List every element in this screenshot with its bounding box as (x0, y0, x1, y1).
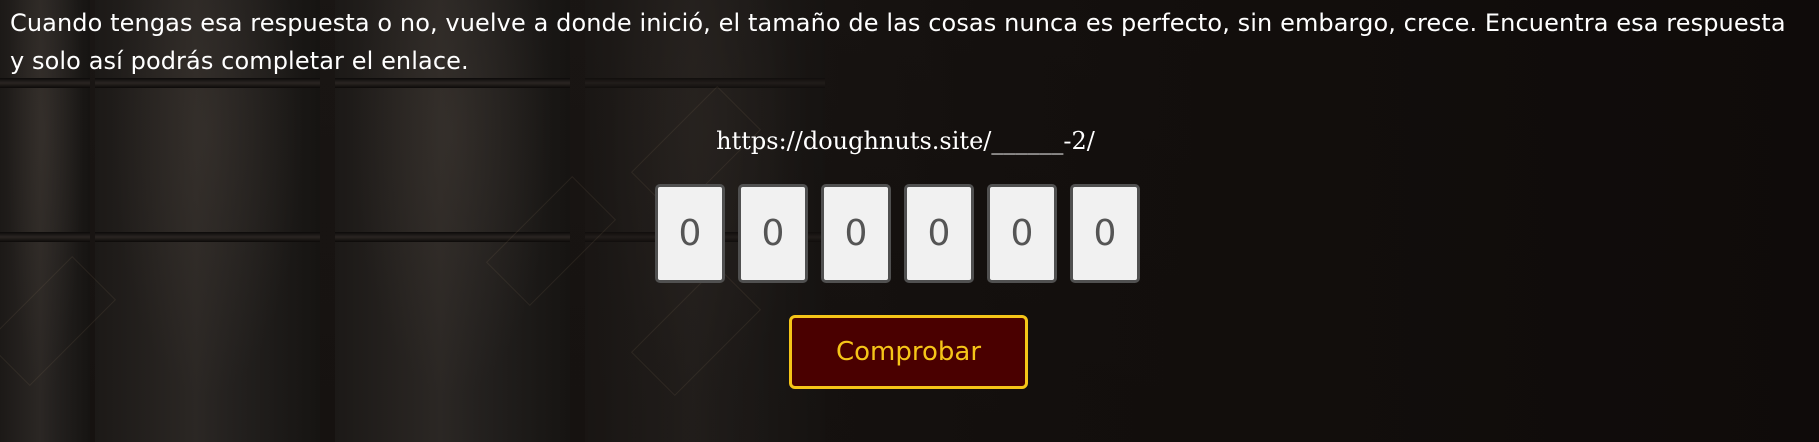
url-template: https://doughnuts.site/______-2/ (0, 126, 1819, 156)
check-button[interactable]: Comprobar (789, 315, 1028, 389)
code-digit-6[interactable] (1070, 184, 1140, 283)
code-digit-5[interactable] (987, 184, 1057, 283)
url-template-text: https://doughnuts.site/______-2/ (716, 127, 1095, 155)
code-digit-2[interactable] (738, 184, 808, 283)
code-input-group (655, 184, 1140, 283)
code-digit-3[interactable] (821, 184, 891, 283)
code-digit-1[interactable] (655, 184, 725, 283)
riddle-text: Cuando tengas esa respuesta o no, vuelve… (10, 9, 1786, 75)
code-digit-4[interactable] (904, 184, 974, 283)
